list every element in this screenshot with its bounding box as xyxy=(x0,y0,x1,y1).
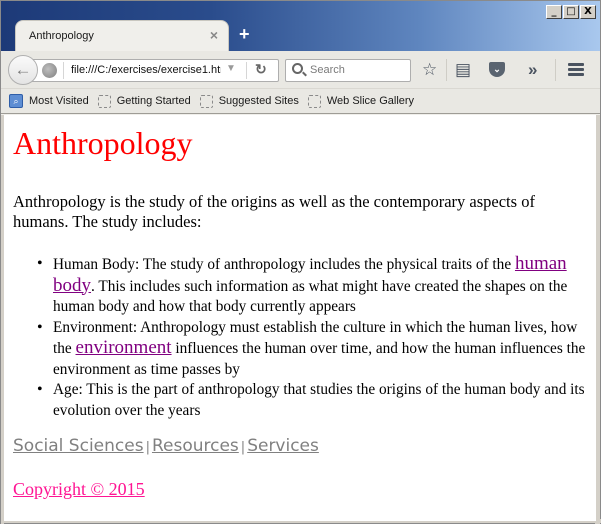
nav-separator: | xyxy=(145,440,150,455)
browser-window: _ □ X Anthropology × + file:///C:/exerci… xyxy=(0,0,601,524)
maximize-button[interactable]: □ xyxy=(563,5,579,19)
search-icon xyxy=(292,63,303,74)
bookmark-label: Getting Started xyxy=(116,95,191,107)
bookmark-label: Suggested Sites xyxy=(218,95,299,107)
bookmark-label: Web Slice Gallery xyxy=(326,95,415,107)
nav-separator: | xyxy=(240,440,246,455)
list-item: Human Body: The study of anthropology in… xyxy=(37,253,588,318)
navigation-toolbar: file:///C:/exercises/exercise1.html ▼ ↻ … xyxy=(1,51,600,89)
reading-list-icon[interactable]: ▤ xyxy=(455,60,471,80)
new-tab-button[interactable]: + xyxy=(239,24,250,45)
bookmark-getting-started[interactable]: Getting Started xyxy=(97,94,191,108)
url-bar[interactable]: file:///C:/exercises/exercise1.html ▼ ↻ xyxy=(29,59,279,82)
folder-icon xyxy=(97,94,111,108)
divider xyxy=(63,62,64,79)
page-title: Anthropology xyxy=(13,125,193,161)
search-input[interactable]: Search xyxy=(285,59,411,82)
footer-nav: Social Sciences | Resources | Services xyxy=(13,436,319,456)
bookmark-label: Most Visited xyxy=(29,95,89,107)
title-bar: _ □ X Anthropology × + xyxy=(1,1,600,51)
services-link[interactable]: Services xyxy=(247,436,319,456)
page-content: Anthropology Anthropology is the study o… xyxy=(4,115,596,521)
divider xyxy=(246,62,247,79)
globe-icon xyxy=(42,63,57,78)
bookmarks-toolbar: ⌕ Most Visited Getting Started Suggested… xyxy=(1,89,600,114)
list-item-text: Human Body: The study of anthropology in… xyxy=(53,256,515,273)
bookmark-most-visited[interactable]: ⌕ Most Visited xyxy=(9,94,89,108)
list-item: Environment: Anthropology must establish… xyxy=(37,318,588,381)
close-tab-icon[interactable]: × xyxy=(210,27,218,43)
list-item: Age: This is the part of anthropology th… xyxy=(37,380,588,421)
folder-icon xyxy=(307,94,321,108)
folder-icon xyxy=(199,94,213,108)
tab-title: Anthropology xyxy=(29,30,94,42)
close-window-button[interactable]: X xyxy=(580,5,596,19)
environment-link[interactable]: environment xyxy=(76,337,172,358)
topics-list: Human Body: The study of anthropology in… xyxy=(37,253,588,421)
social-sciences-link[interactable]: Social Sciences xyxy=(13,436,144,456)
tab-anthropology[interactable]: Anthropology × xyxy=(15,20,229,51)
back-button[interactable]: ← xyxy=(8,55,38,85)
divider xyxy=(555,59,556,81)
bookmark-star-icon[interactable]: ☆ xyxy=(422,60,437,80)
bookmark-suggested-sites[interactable]: Suggested Sites xyxy=(199,94,299,108)
menu-icon[interactable] xyxy=(568,63,584,76)
url-input[interactable]: file:///C:/exercises/exercise1.html xyxy=(71,64,221,76)
reload-icon[interactable]: ↻ xyxy=(255,61,267,78)
intro-paragraph: Anthropology is the study of the origins… xyxy=(13,192,535,231)
overflow-chevron-icon[interactable]: » xyxy=(528,60,537,80)
copyright-link[interactable]: Copyright © 2015 xyxy=(13,479,145,500)
bookmark-web-slice-gallery[interactable]: Web Slice Gallery xyxy=(307,94,415,108)
url-dropdown-icon[interactable]: ▼ xyxy=(226,63,236,74)
resources-link[interactable]: Resources xyxy=(152,436,239,456)
pocket-icon[interactable]: ⌄ xyxy=(489,62,505,77)
list-item-text: . This includes such information as what… xyxy=(53,277,568,316)
divider xyxy=(446,59,447,81)
search-placeholder: Search xyxy=(310,64,345,76)
most-visited-icon: ⌕ xyxy=(9,94,23,108)
minimize-button[interactable]: _ xyxy=(546,5,562,19)
window-controls: _ □ X xyxy=(546,5,596,19)
